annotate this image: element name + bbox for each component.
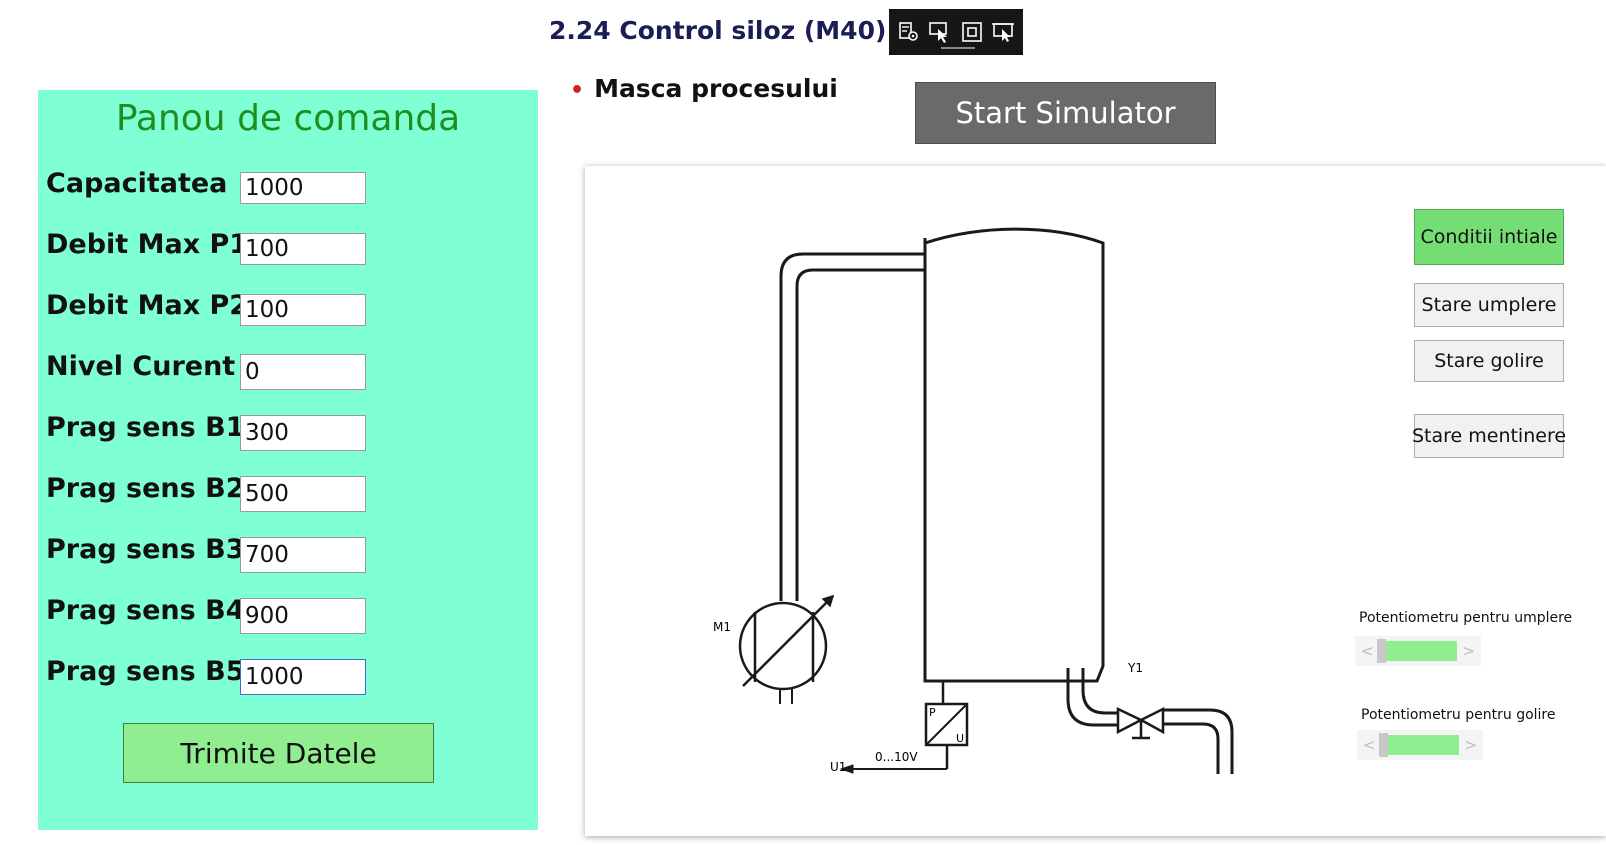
field-label-prag-sens-b1: Prag sens B1 [46, 412, 245, 443]
sensor-p-label: P [929, 706, 936, 719]
chevron-right-icon[interactable]: > [1464, 736, 1477, 754]
field-label-prag-sens-b4: Prag sens B4 [46, 595, 245, 626]
sensor-u-label: U [956, 732, 964, 745]
output-label: U1 [830, 760, 846, 774]
trimite-datele-button[interactable]: Trimite Datele [123, 723, 434, 783]
field-label-debit-max-p2: Debit Max P2 [46, 290, 249, 321]
slider-track[interactable] [1379, 735, 1459, 755]
prag-sens-b5-input[interactable] [240, 659, 366, 695]
capacitatea-input[interactable] [240, 172, 366, 204]
prag-sens-b4-input[interactable] [240, 598, 366, 634]
control-panel: Panou de comanda Capacitatea Debit Max P… [38, 90, 538, 830]
prag-sens-b3-input[interactable] [240, 537, 366, 573]
valve-y1 [1116, 707, 1144, 735]
valve-label: Y1 [1127, 661, 1143, 675]
section-heading-text: Masca procesului [594, 74, 838, 103]
fill-potentiometer-slider[interactable]: < > [1355, 636, 1481, 666]
chevron-left-icon[interactable]: < [1363, 736, 1376, 754]
inlet-pipe [779, 252, 925, 601]
stare-mentinere-button[interactable]: Stare mentinere [1412, 414, 1566, 458]
chevron-right-icon[interactable]: > [1462, 642, 1475, 660]
empty-potentiometer-slider[interactable]: < > [1357, 730, 1483, 760]
field-label-prag-sens-b3: Prag sens B3 [46, 534, 245, 565]
panel-title: Panou de comanda [115, 98, 461, 139]
slider-thumb[interactable] [1379, 733, 1388, 757]
pointer-icon[interactable] [928, 20, 952, 44]
fill-potentiometer-label: Potentiometru pentru umplere [1359, 610, 1573, 626]
silo-tank [923, 227, 1105, 683]
slider-thumb[interactable] [1377, 639, 1386, 663]
stare-golire-button[interactable]: Stare golire [1414, 340, 1564, 382]
field-label-prag-sens-b2: Prag sens B2 [46, 473, 245, 504]
section-heading: • Masca procesului [570, 74, 838, 103]
bullet-icon: • [570, 78, 585, 103]
nivel-curent-input[interactable] [240, 354, 366, 390]
page-title: 2.24 Control siloz (M40) [549, 16, 887, 45]
slider-track[interactable] [1377, 641, 1457, 661]
settings-icon[interactable] [897, 20, 921, 44]
field-label-prag-sens-b5: Prag sens B5 [46, 656, 245, 687]
fullscreen-icon[interactable] [960, 20, 984, 44]
field-label-capacitatea: Capacitatea [46, 168, 228, 199]
presentation-toolbar [889, 9, 1023, 55]
pointer-select-icon[interactable] [991, 20, 1015, 44]
conditii-initiale-button[interactable]: Conditii intiale [1414, 209, 1564, 265]
toolbar-grip[interactable] [941, 47, 975, 49]
outlet-pipe [1066, 668, 1118, 727]
stare-umplere-button[interactable]: Stare umplere [1414, 283, 1564, 327]
range-label: 0...10V [875, 750, 918, 764]
prag-sens-b1-input[interactable] [240, 415, 366, 451]
field-label-nivel-curent: Nivel Curent [46, 351, 236, 382]
pump-label: M1 [713, 620, 731, 634]
start-simulator-button[interactable]: Start Simulator [915, 82, 1216, 144]
simulator-window: M1 Y1 U1 0...10V P U Conditii intiale St… [585, 166, 1606, 836]
field-label-debit-max-p1: Debit Max P1 [46, 229, 249, 260]
chevron-left-icon[interactable]: < [1361, 642, 1374, 660]
prag-sens-b2-input[interactable] [240, 476, 366, 512]
debit-max-p1-input[interactable] [240, 233, 366, 265]
empty-potentiometer-label: Potentiometru pentru golire [1361, 707, 1556, 723]
debit-max-p2-input[interactable] [240, 294, 366, 326]
